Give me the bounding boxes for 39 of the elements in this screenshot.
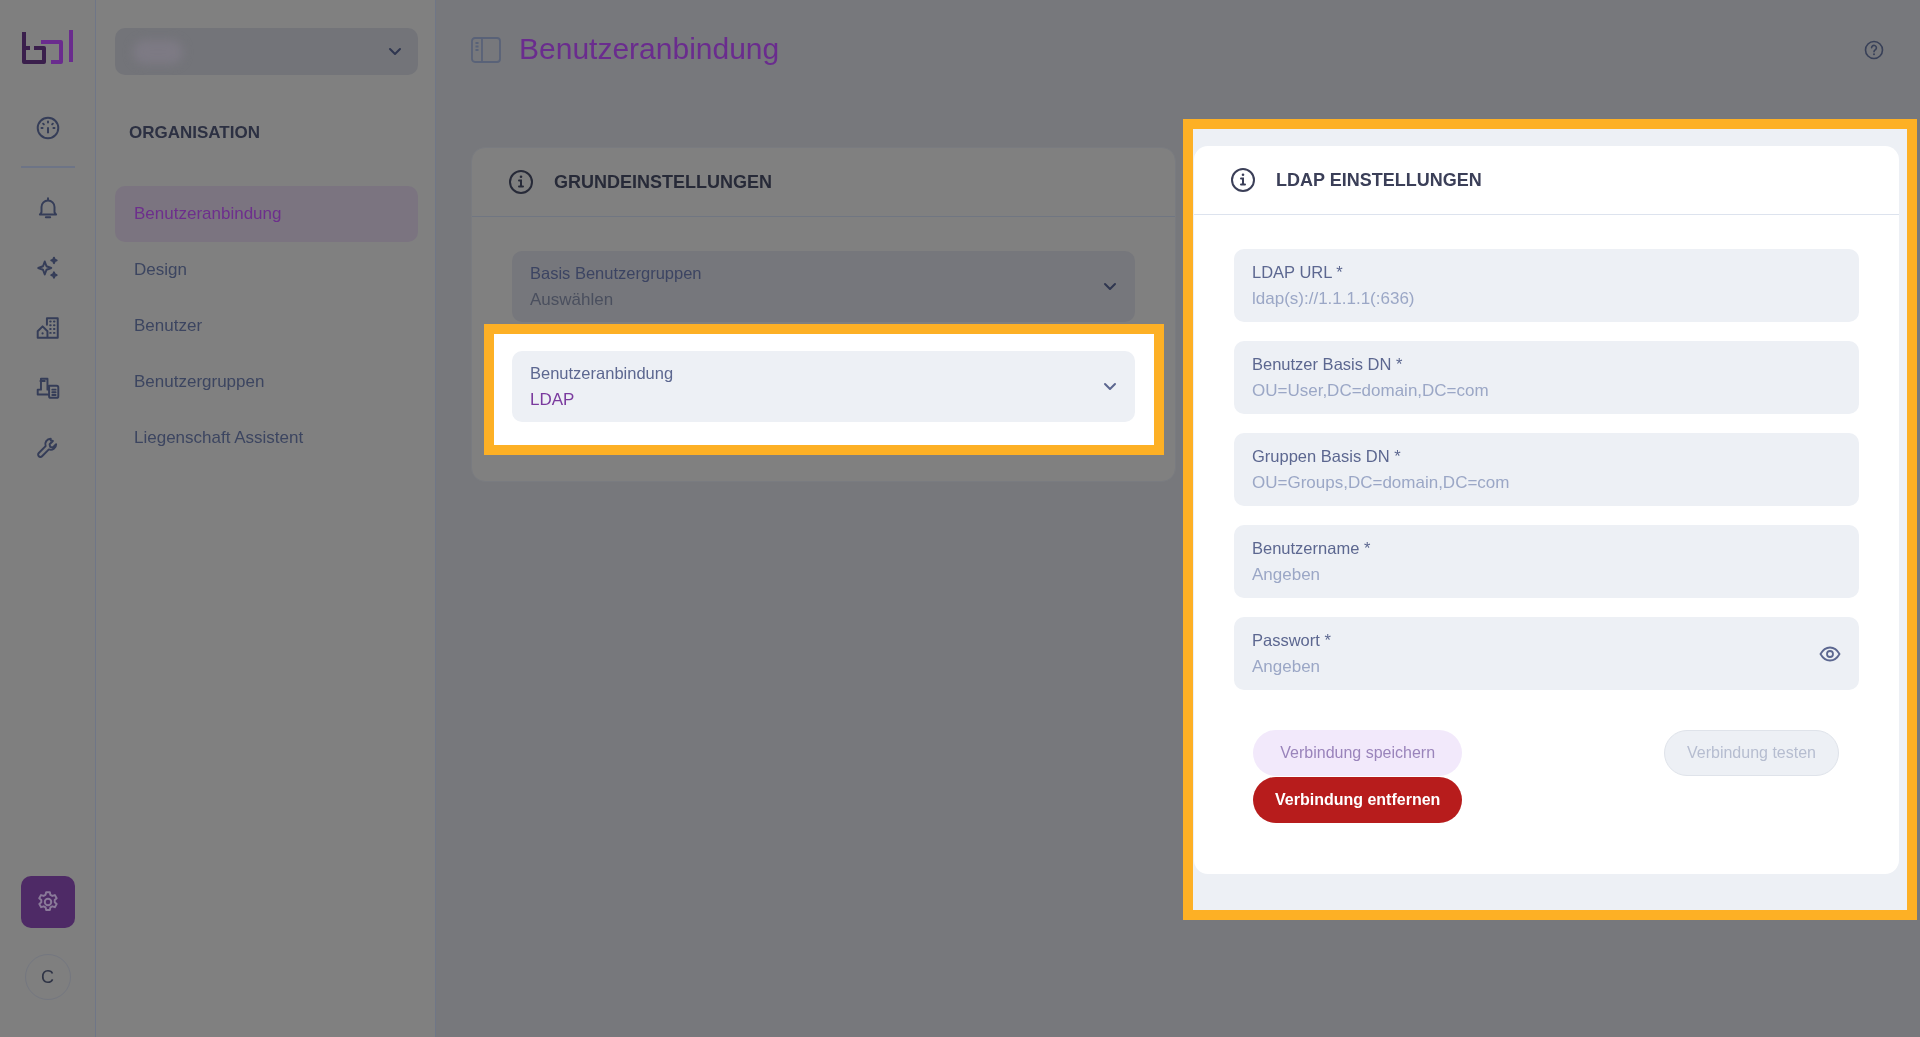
text-input[interactable]: Angeben — [1252, 564, 1841, 585]
password-input[interactable]: Angeben — [1252, 656, 1819, 677]
section-heading: ORGANISATION — [129, 123, 261, 144]
sparkles-icon — [34, 255, 61, 281]
card-title: GRUNDEINSTELLUNGEN — [554, 171, 772, 193]
dropdown-field[interactable]: Benutzeranbindung LDAP — [512, 351, 1135, 422]
chevron-down-icon — [1103, 382, 1117, 391]
nav-item[interactable]: Benutzeranbindung — [115, 186, 418, 242]
eye-icon[interactable] — [1819, 645, 1841, 662]
chevron-down-icon — [1103, 282, 1117, 291]
chevron-down-icon — [388, 47, 402, 56]
field-label: Benutzer Basis DN * — [1252, 354, 1404, 374]
nav-item[interactable]: Liegenschaft Assistent — [115, 410, 418, 466]
text-field[interactable]: LDAP URL * ldap(s)://1.1.1.1(:636) — [1234, 249, 1859, 322]
nav-item[interactable]: Design — [115, 242, 418, 298]
settings-button[interactable] — [20, 876, 75, 928]
text-field[interactable]: Benutzername * Angeben — [1234, 525, 1859, 598]
text-input[interactable]: ldap(s)://1.1.1.1(:636) — [1252, 288, 1841, 309]
text-input[interactable]: OU=Groups,DC=domain,DC=com — [1252, 472, 1841, 493]
page-title: Benutzeranbindung — [519, 32, 781, 66]
buildings-icon — [34, 315, 61, 341]
info-icon — [508, 169, 534, 195]
text-input[interactable]: OU=User,DC=domain,DC=com — [1252, 380, 1841, 401]
text-field[interactable]: Gruppen Basis DN * OU=Groups,DC=domain,DC=com — [1234, 433, 1859, 506]
nav-item[interactable]: Benutzer — [115, 298, 418, 354]
text-field[interactable]: Benutzer Basis DN * OU=User,DC=domain,DC=com — [1234, 341, 1859, 414]
field-label: Gruppen Basis DN * — [1252, 446, 1402, 466]
password-field[interactable]: Passwort * Angeben — [1234, 617, 1859, 690]
info-icon — [1230, 167, 1256, 193]
sidebar-toggle-icon[interactable] — [471, 37, 501, 63]
nav-item[interactable]: Benutzergruppen — [115, 354, 418, 410]
remove-button[interactable]: Verbindung entfernen — [1253, 777, 1463, 823]
field-label: Benutzername * — [1252, 538, 1372, 558]
gauge-icon — [34, 115, 61, 141]
field-label: Passwort * — [1252, 630, 1332, 650]
help-icon[interactable] — [1864, 40, 1884, 60]
building-document-icon — [34, 375, 61, 401]
card-title: LDAP EINSTELLUNGEN — [1276, 169, 1482, 191]
field-label: LDAP URL * — [1252, 262, 1344, 282]
